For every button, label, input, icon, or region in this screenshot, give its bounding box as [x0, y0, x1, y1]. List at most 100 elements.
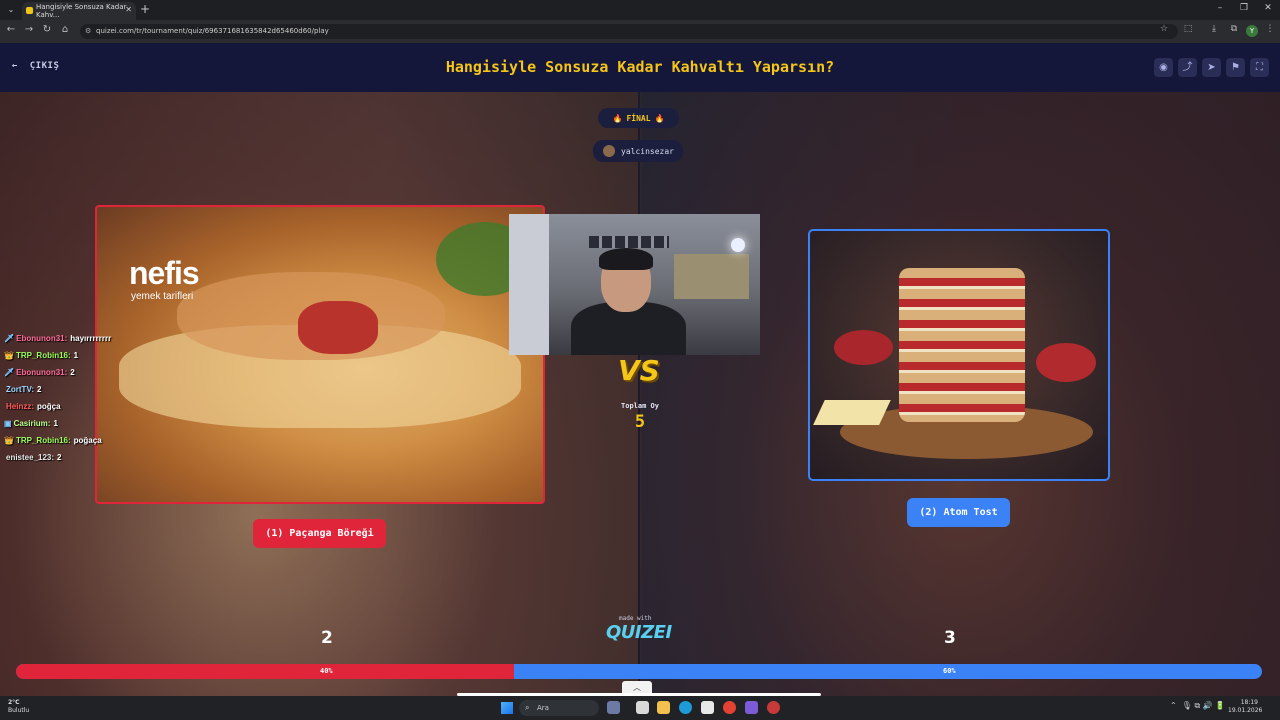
close-tab-icon[interactable]: ✕: [125, 5, 132, 14]
made-with-label: made with: [619, 615, 652, 622]
choice-left-image[interactable]: nefis yemek tarifleri: [95, 205, 545, 504]
browser-tab[interactable]: Hangisiyle Sonsuza Kadar Kahv... ✕: [22, 2, 136, 20]
choice-right-image[interactable]: [808, 229, 1110, 481]
streaming-app-icon[interactable]: [745, 701, 758, 714]
chat-username: ZortTV:: [6, 385, 34, 394]
image-watermark-brand: nefis: [129, 255, 200, 291]
sausage-filling: [297, 301, 378, 355]
page-title: Hangisiyle Sonsuza Kadar Kahvaltı Yapars…: [445, 58, 835, 76]
search-placeholder: Ara: [537, 704, 549, 712]
extensions-icon[interactable]: ⬚: [1180, 24, 1196, 34]
toast-stack: [899, 268, 1025, 422]
chat-username: TRP_Robin16:: [15, 351, 71, 360]
profile-avatar[interactable]: Y: [1246, 25, 1258, 37]
vote-progress-bar: [16, 664, 1262, 679]
webcam-light: [731, 238, 745, 252]
store-app-icon[interactable]: [701, 701, 714, 714]
home-icon[interactable]: ⌂: [58, 24, 72, 35]
browser-menu-icon[interactable]: ⋮: [1262, 24, 1278, 34]
creator-badge[interactable]: yalcinsezar: [593, 140, 683, 162]
weather-widget[interactable]: 2°C Bulutlu: [8, 699, 29, 715]
chat-message: 👑 TRP_Robin16: poğaça: [4, 436, 102, 445]
webcam-map: [674, 254, 749, 299]
widgets-app-icon[interactable]: [607, 701, 620, 714]
vote-progress-left: [16, 664, 515, 679]
new-tab-button[interactable]: +: [140, 2, 150, 16]
stage-label: FİNAL: [626, 113, 651, 123]
right-vote-count: 3: [944, 628, 956, 648]
chat-username: Ebonunon31:: [16, 334, 68, 343]
chat-message: Heinzz: poğça: [4, 402, 61, 411]
send-icon[interactable]: ➤: [1202, 58, 1221, 77]
task-view-icon[interactable]: [636, 701, 649, 714]
total-votes-label: Toplam Oy: [621, 402, 659, 410]
extension-puzzle-icon[interactable]: ⧉: [1226, 24, 1242, 34]
browser-tab-bar: [0, 0, 1280, 20]
sword-icon: 🗡: [4, 334, 15, 343]
fullscreen-icon[interactable]: ⛶: [1250, 58, 1269, 77]
minimize-icon[interactable]: –: [1210, 3, 1230, 13]
taskbar-search[interactable]: ⌕ Ara: [519, 700, 599, 716]
crown-icon: 👑: [4, 351, 14, 360]
chat-message: ▣ Casirium: 1: [4, 419, 58, 428]
url-field[interactable]: ⚙ quizei.com/tr/tournament/quiz/69637168…: [80, 24, 1178, 39]
left-percent: 40%: [320, 667, 333, 675]
recording-app-icon[interactable]: [767, 701, 780, 714]
clock-time: 18:19: [1240, 699, 1258, 706]
chat-text: poğça: [37, 402, 61, 411]
chat-message: ZortTV: 2: [4, 385, 41, 394]
vs-logo: VS: [618, 354, 660, 387]
chat-text: 2: [37, 385, 42, 394]
system-tray[interactable]: ⌃ 🎙 ⧉ 🔊 🔋: [1170, 701, 1225, 711]
eye-icon[interactable]: ◉: [1154, 58, 1173, 77]
taskbar-clock[interactable]: 18:19 19.01.2026: [1228, 699, 1262, 715]
chat-username: Casirium:: [13, 419, 51, 428]
left-vote-count: 2: [321, 628, 333, 648]
chat-text: 2: [70, 368, 75, 377]
quizei-logo[interactable]: QUIZEI: [606, 622, 672, 643]
reload-icon[interactable]: ↻: [40, 24, 54, 35]
chat-message: 👑 TRP_Robin16: 1: [4, 351, 78, 360]
tab-title: Hangisiyle Sonsuza Kadar Kahv...: [36, 3, 127, 19]
chat-text: 1: [53, 419, 58, 428]
chat-message: 🗡 Ebonunon31: hayırrrrrrrr: [4, 334, 111, 343]
download-icon[interactable]: ⤓: [1206, 24, 1222, 34]
cheese-slice: [813, 399, 891, 425]
salami-slice: [833, 330, 894, 365]
edge-browser-icon[interactable]: [679, 701, 692, 714]
chat-text: poğaça: [73, 436, 102, 445]
chrome-browser-icon[interactable]: [723, 701, 736, 714]
maximize-icon[interactable]: ❐: [1234, 3, 1254, 13]
back-icon[interactable]: ←: [4, 24, 18, 35]
site-info-icon[interactable]: ⚙: [85, 24, 91, 39]
file-explorer-icon[interactable]: [657, 701, 670, 714]
chat-username: Heinzz:: [6, 402, 34, 411]
forward-icon[interactable]: →: [22, 24, 36, 35]
chat-text: 1: [73, 351, 79, 360]
choice-left-button[interactable]: (1) Paçanga Böreği: [253, 519, 386, 548]
badge-icon: ▣: [4, 419, 12, 428]
url-text: quizei.com/tr/tournament/quiz/6963716816…: [96, 27, 329, 35]
chat-username: TRP_Robin16:: [15, 436, 71, 445]
chat-message: enistee_123: 2: [4, 453, 61, 462]
creator-avatar: [603, 145, 615, 157]
stage-badge: 🔥 FİNAL 🔥: [598, 108, 679, 128]
share-icon[interactable]: ⤴: [1178, 58, 1197, 77]
tab-menu-chevron-icon[interactable]: ⌄: [4, 3, 18, 17]
creator-username: yalcinsezar: [621, 146, 674, 156]
crown-icon: 👑: [4, 436, 14, 445]
close-window-icon[interactable]: ✕: [1258, 3, 1278, 13]
weather-temp: 2°C: [8, 699, 20, 706]
windows-start-icon[interactable]: [501, 702, 513, 714]
choice-right-button[interactable]: (2) Atom Tost: [907, 498, 1010, 527]
chat-message: 🗡 Ebonunon31: 2: [4, 368, 75, 377]
flag-icon[interactable]: ⚑: [1226, 58, 1245, 77]
center-divider: [638, 92, 640, 696]
webcam-overlay: [509, 214, 760, 355]
bookmark-star-icon[interactable]: ☆: [1156, 24, 1172, 34]
total-votes-value: 5: [634, 412, 646, 432]
site-favicon-icon: [26, 7, 33, 14]
chat-text: hayırrrrrrrr: [70, 334, 112, 343]
image-watermark-sub: yemek tarifleri: [131, 291, 194, 302]
chat-username: Ebonunon31:: [16, 368, 68, 377]
